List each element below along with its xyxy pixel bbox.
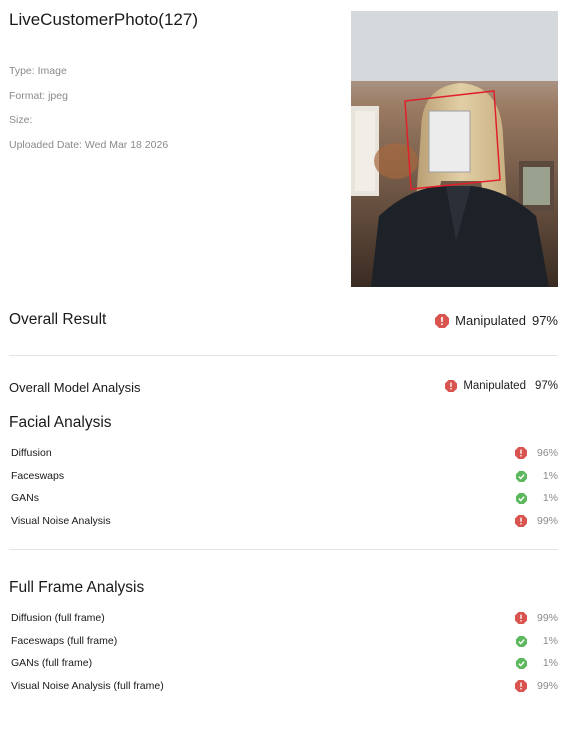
alert-icon [514,515,527,527]
full-frame-analysis-title: Full Frame Analysis [9,579,145,596]
file-type: Type: Image [9,65,67,77]
facial-row-percent: 1% [542,492,558,504]
full-frame-row-percent: 1% [542,635,558,647]
file-uploaded-date: Uploaded Date: Wed Mar 18 2026 [9,139,169,151]
facial-row-label: Diffusion [11,447,52,459]
full-frame-row-value: 1% [515,635,558,647]
facial-row-label: Faceswaps [11,470,65,482]
divider [9,549,558,550]
full-frame-row-value: 1% [515,657,558,669]
full-frame-row-label: Diffusion (full frame) [11,612,105,624]
customer-photo [351,11,558,287]
alert-icon [435,313,450,328]
facial-row-value: 1% [515,470,558,482]
file-format: Format: jpeg [9,90,68,102]
overall-result-percent: 97% [531,313,558,328]
full-frame-row-percent: 1% [542,657,558,669]
file-title: LiveCustomerPhoto(127) [9,10,198,29]
model-analysis-label: Overall Model Analysis [9,380,141,395]
alert-icon [514,612,527,624]
check-icon [515,492,527,504]
facial-row-label: GANs [11,492,40,504]
full-frame-row-value: 99% [514,680,558,692]
facial-row-value: 1% [515,492,558,504]
alert-icon [514,447,527,459]
file-size: Size: [9,114,33,126]
alert-icon [514,680,527,692]
facial-row-percent: 1% [542,470,558,482]
model-analysis-percent: 97% [534,380,558,392]
model-analysis-text: Manipulated [463,380,526,392]
model-analysis-status: Manipulated 97% [445,380,558,392]
facial-row-percent: 96% [536,447,558,459]
full-frame-row-label: Faceswaps (full frame) [11,635,118,647]
facial-row-label: Visual Noise Analysis [11,515,111,527]
overall-result-text: Manipulated [455,313,526,328]
full-frame-row-label: GANs (full frame) [11,657,93,669]
full-frame-row-label: Visual Noise Analysis (full frame) [11,680,164,692]
check-icon [515,635,527,647]
facial-row-value: 96% [514,447,558,459]
divider [9,355,558,356]
full-frame-row-percent: 99% [536,612,558,624]
check-icon [515,657,527,669]
full-frame-row-percent: 99% [536,680,558,692]
overall-result-status: Manipulated 97% [435,313,558,328]
facial-row-percent: 99% [536,515,558,527]
alert-icon [445,380,458,392]
facial-row-value: 99% [514,515,558,527]
check-icon [515,470,527,482]
full-frame-row-value: 99% [514,612,558,624]
overall-result-label: Overall Result [9,311,107,328]
facial-analysis-title: Facial Analysis [9,414,112,431]
